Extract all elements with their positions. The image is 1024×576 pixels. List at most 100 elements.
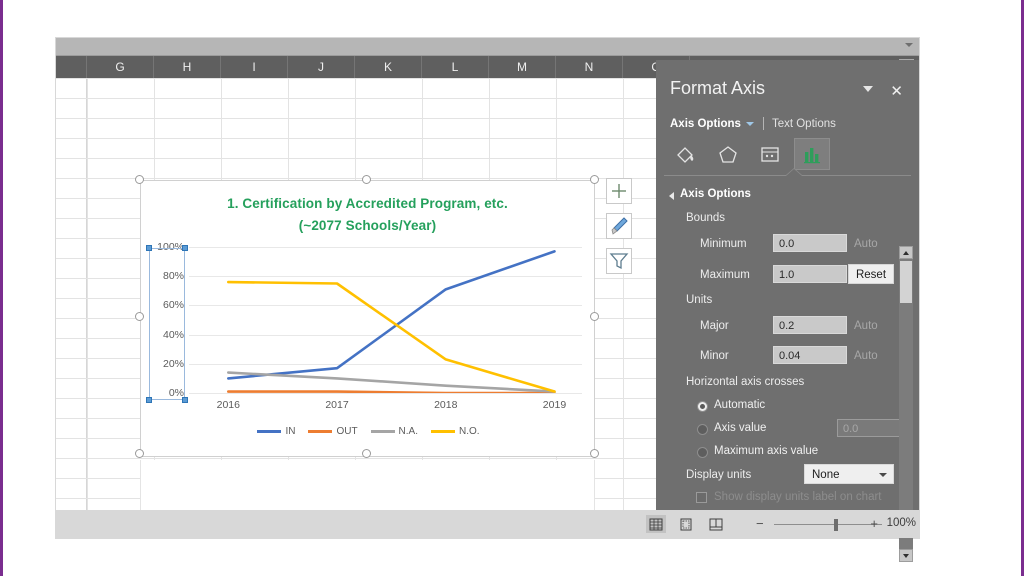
value-axis-selection[interactable] — [146, 245, 188, 403]
page-layout-view-icon[interactable] — [676, 515, 696, 533]
chevron-down-icon[interactable] — [879, 473, 887, 477]
pane-title: Format Axis — [670, 78, 766, 98]
chart-styles-button[interactable] — [606, 213, 632, 239]
axis-handle-top-left[interactable] — [146, 245, 152, 251]
column-header-n[interactable]: N — [556, 56, 623, 78]
column-header-g[interactable]: G — [87, 56, 154, 78]
pane-scroll-down-icon[interactable] — [899, 549, 913, 562]
reset-button[interactable]: Reset — [848, 264, 894, 284]
units-label: Units — [686, 294, 713, 306]
fill-icon[interactable] — [668, 138, 704, 170]
frame-edge-left — [0, 0, 3, 576]
normal-view-icon[interactable] — [646, 515, 666, 533]
row-header-column[interactable] — [56, 78, 87, 520]
tab-axis-options[interactable]: Axis Options — [670, 118, 741, 130]
radio-axis-value[interactable] — [697, 424, 708, 435]
chart-handle-middle-right[interactable] — [590, 312, 599, 321]
chart-quick-buttons[interactable] — [606, 178, 634, 283]
radio-maximum-axis-value-label: Maximum axis value — [714, 445, 819, 457]
row-header-line — [56, 218, 87, 219]
chart-handle-top-center[interactable] — [362, 175, 371, 184]
series-line-in[interactable] — [226, 250, 556, 380]
row-header-line — [56, 178, 87, 179]
legend-item-no[interactable]: N.O. — [431, 426, 480, 437]
legend-swatch — [370, 430, 395, 433]
row-header-line — [56, 158, 87, 159]
radio-maximum-axis-value[interactable] — [697, 447, 708, 458]
radio-automatic-label: Automatic — [714, 399, 766, 411]
chart-legend[interactable]: IN OUT N.A. N.O. — [141, 426, 596, 437]
page-break-view-icon[interactable] — [706, 515, 726, 533]
zoom-control[interactable]: − + 100% — [756, 517, 916, 532]
column-header-l[interactable]: L — [422, 56, 489, 78]
zoom-out-button[interactable]: − — [756, 517, 764, 530]
toolbar-collapse-icon[interactable] — [905, 43, 913, 47]
chart-elements-button[interactable] — [606, 178, 632, 204]
axis-options-icon[interactable] — [794, 138, 830, 170]
major-input[interactable]: 0.2 — [773, 316, 847, 334]
chart-handle-top-left[interactable] — [135, 175, 144, 184]
size-properties-icon[interactable] — [752, 138, 788, 170]
chart-filters-button[interactable] — [606, 248, 632, 274]
maximum-label: Maximum — [700, 269, 750, 281]
chart-object-primary[interactable]: 1. Certification by Accredited Program, … — [140, 180, 595, 457]
maximum-input[interactable]: 1.0 — [773, 265, 847, 283]
row-header-line — [56, 418, 87, 419]
series-line-out[interactable] — [226, 390, 556, 393]
chevron-down-small-icon[interactable] — [745, 121, 754, 126]
horizontal-axis-crosses-label: Horizontal axis crosses — [686, 376, 805, 388]
funnel-icon — [609, 253, 629, 270]
minor-input[interactable]: 0.04 — [773, 346, 847, 364]
plot-area[interactable]: 0% 20% 40% 60% 80% 100% 2016 2017 2018 2019 — [157, 241, 582, 411]
radio-automatic[interactable] — [697, 401, 708, 412]
pane-scroll-up-icon[interactable] — [899, 246, 913, 259]
minimum-auto-button[interactable]: Auto — [854, 238, 878, 250]
chevron-down-icon[interactable] — [863, 86, 873, 92]
pane-icon-strip — [668, 138, 830, 170]
zoom-percent-label[interactable]: 100% — [887, 517, 916, 529]
status-bar: − + 100% — [56, 510, 919, 538]
zoom-slider-track[interactable] — [774, 524, 882, 525]
axis-options-expander-icon[interactable] — [669, 192, 674, 200]
column-header-k[interactable]: K — [355, 56, 422, 78]
show-display-units-checkbox[interactable] — [696, 492, 707, 503]
axis-options-section-title: Axis Options — [680, 188, 751, 200]
chart-handle-bottom-right[interactable] — [590, 449, 599, 458]
axis-handle-bottom-right[interactable] — [182, 397, 188, 403]
pane-active-indicator — [786, 169, 802, 176]
chart-handle-top-right[interactable] — [590, 175, 599, 184]
minimum-input[interactable]: 0.0 — [773, 234, 847, 252]
chart-handle-middle-left[interactable] — [135, 312, 144, 321]
column-header-j[interactable]: J — [288, 56, 355, 78]
column-header-m[interactable]: M — [489, 56, 556, 78]
axis-handle-bottom-left[interactable] — [146, 397, 152, 403]
tab-separator — [762, 117, 764, 130]
series-line-na[interactable] — [226, 371, 556, 393]
legend-swatch — [431, 430, 455, 433]
chart-handle-bottom-left[interactable] — [135, 449, 144, 458]
legend-item-out[interactable]: OUT — [308, 426, 358, 437]
major-auto-button[interactable]: Auto — [854, 320, 878, 332]
chart-handle-bottom-center[interactable] — [362, 449, 371, 458]
effects-icon[interactable] — [710, 138, 746, 170]
row-header-line — [56, 438, 87, 439]
minor-auto-button[interactable]: Auto — [854, 350, 878, 362]
pane-scroll-thumb[interactable] — [900, 261, 912, 303]
legend-item-in[interactable]: IN — [257, 426, 295, 437]
radio-axis-value-label: Axis value — [714, 422, 767, 434]
column-header-i[interactable]: I — [221, 56, 288, 78]
legend-label: OUT — [336, 426, 358, 437]
zoom-slider-knob[interactable] — [834, 519, 838, 531]
close-icon[interactable]: ✕ — [890, 82, 903, 100]
column-header-corner[interactable] — [56, 56, 87, 78]
zoom-in-button[interactable]: + — [870, 517, 878, 530]
grid-col-line — [87, 78, 88, 520]
display-units-select[interactable]: None — [804, 464, 894, 484]
tab-text-options[interactable]: Text Options — [772, 118, 836, 130]
column-header-h[interactable]: H — [154, 56, 221, 78]
axis-handle-top-right[interactable] — [182, 245, 188, 251]
row-header-line — [56, 358, 87, 359]
legend-item-na[interactable]: N.A. — [370, 426, 418, 437]
grid-row-line — [87, 98, 687, 99]
grid-row-line — [87, 78, 687, 79]
